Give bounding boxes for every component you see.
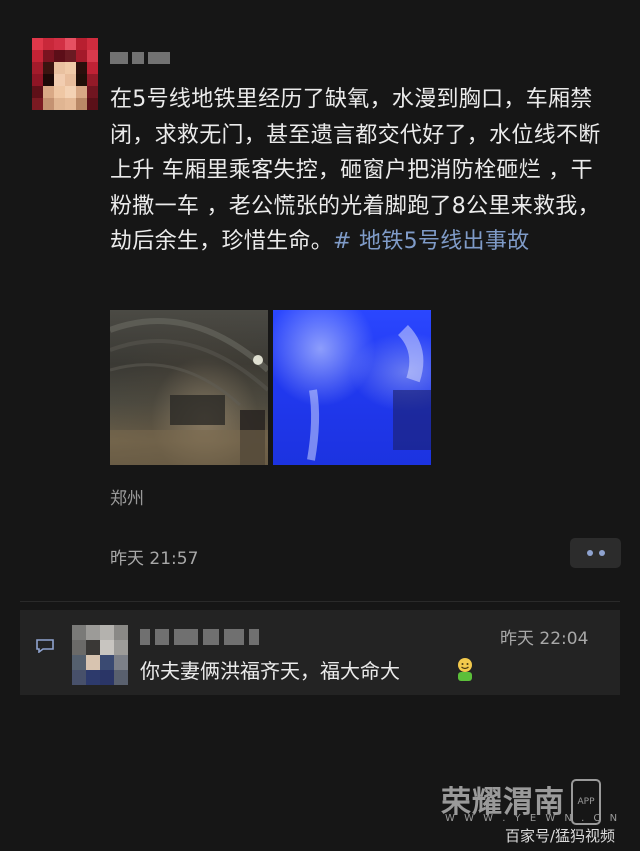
post-timestamp: 昨天 21:57: [110, 549, 199, 569]
tunnel-illustration: [110, 318, 268, 465]
more-dots-button[interactable]: [570, 538, 621, 568]
flood-illustration: [307, 325, 431, 461]
poster-avatar[interactable]: [32, 38, 98, 110]
comment-bubble-icon: [36, 639, 54, 653]
poster-name-obscured[interactable]: [110, 45, 170, 71]
post-photo-flooded-car[interactable]: [273, 310, 431, 465]
comment-timestamp: 昨天 22:04: [500, 629, 589, 649]
watermark-app-badge: APP: [571, 779, 601, 825]
divider: [20, 601, 620, 602]
post-location[interactable]: 郑州: [110, 484, 144, 509]
post-photo-tunnel[interactable]: [110, 310, 268, 465]
post-text: 在5号线地铁里经历了缺氧，水漫到胸口，车厢禁闭，求救无门，甚至遗言都交代好了，水…: [110, 82, 610, 260]
more-dots-icon: [598, 550, 605, 556]
comment-text: 你夫妻俩洪福齐天，福大命大: [140, 659, 400, 683]
commenter-avatar[interactable]: [72, 625, 128, 685]
watermark-source: 百家号/猛犸视频: [505, 827, 616, 845]
more-dots-icon: [586, 550, 593, 556]
commenter-name-obscured[interactable]: [140, 626, 259, 648]
smile-emoji-icon: [458, 658, 472, 681]
hashtag-link[interactable]: # 地铁5号线出事故: [333, 229, 529, 254]
